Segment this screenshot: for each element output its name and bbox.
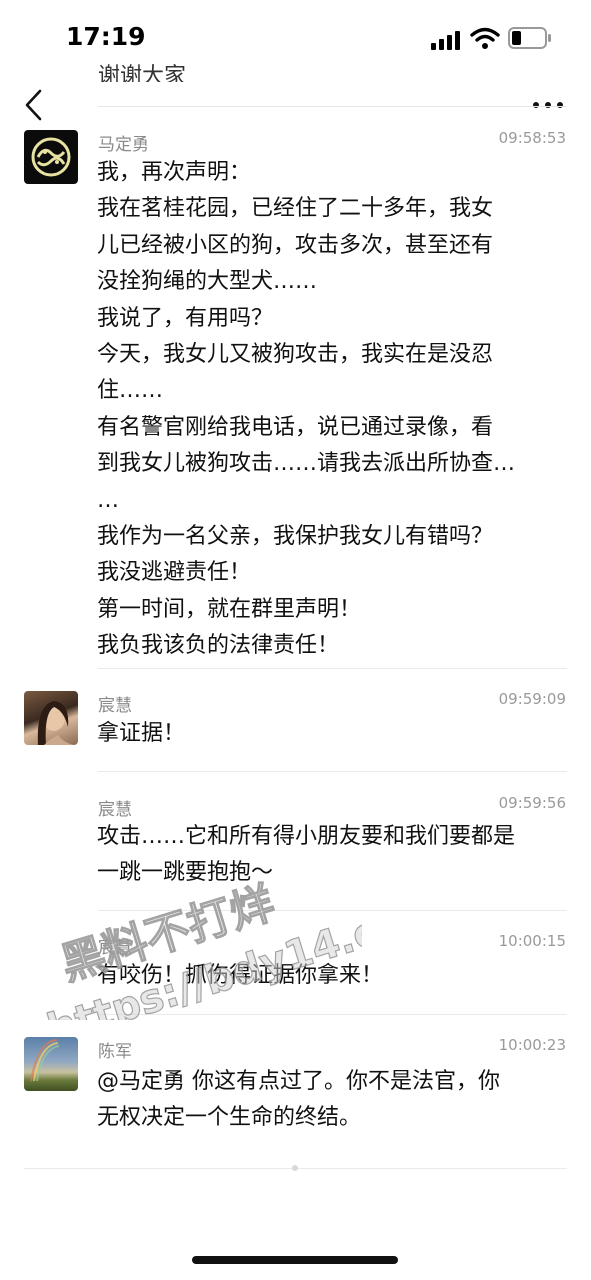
message-timestamp: 10:00:15 (498, 932, 566, 950)
watermark: 黑料不打烊 https://bdy14.co (41, 877, 362, 1020)
message-line: 我负我该负的法律责任！ (97, 633, 340, 659)
message-line: 我，再次声明： (97, 160, 252, 185)
message-body: 我，再次声明： 我在茗桂花园，已经住了二十多年，我女 儿已经被小区的狗，攻击多次… (97, 155, 567, 665)
message-body: 拿证据！ (97, 716, 567, 752)
message-timestamp: 09:59:09 (498, 690, 566, 708)
message-body: @马定勇 你这有点过了。你不是法官，你 无权决定一个生命的终结。 (97, 1064, 567, 1137)
sender-name: 宸慧 (98, 696, 132, 716)
message-line: 拿证据！ (97, 721, 186, 746)
message-line: 我作为一名父亲，我保护我女儿有错吗？ (97, 524, 494, 550)
avatar[interactable] (24, 130, 78, 184)
message-timestamp: 09:59:56 (498, 794, 566, 812)
message-line: 到我女儿被狗攻击……请我去派出所协查… (97, 451, 516, 477)
avatar-portrait-icon (37, 701, 74, 745)
message-line: 我没逃避责任！ (97, 560, 252, 586)
sender-name: 陈军 (98, 1042, 132, 1062)
message-line: 我说了，有用吗？ (97, 305, 274, 331)
previous-message-fragment: 谢谢大家 (98, 64, 187, 82)
signal-icon (431, 31, 460, 50)
sender-name: 宸慧 (98, 800, 132, 820)
header-divider (98, 106, 567, 107)
message-line: 我在茗桂花园，已经住了二十多年，我女 (97, 196, 494, 222)
message-body: 攻击……它和所有得小朋友要和我们要都是 一跳一跳要抱抱～ (97, 819, 567, 892)
avatar[interactable] (24, 691, 78, 745)
more-dots-icon[interactable] (532, 100, 564, 110)
message-line: 无权决定一个生命的终结。 (97, 1105, 362, 1131)
message-line: @马定勇 你这有点过了。你不是法官，你 (97, 1069, 500, 1094)
message-timestamp: 09:58:53 (498, 129, 566, 147)
avatar-emblem-icon (31, 137, 71, 177)
message-line: 有名警官刚给我电话，说已通过录像，看 (97, 414, 494, 440)
message-body: 有咬伤！抓伤得证据你拿来！ (97, 958, 567, 994)
avatar-rainbow-icon (30, 1039, 60, 1082)
avatar[interactable] (24, 1037, 78, 1091)
message-timestamp: 10:00:23 (498, 1036, 566, 1054)
sender-name: 宸慧 (98, 938, 132, 958)
battery-icon (508, 27, 551, 49)
message-line: 第一时间，就在群里声明！ (97, 596, 362, 622)
back-chevron-icon[interactable] (22, 88, 44, 122)
status-time: 17:19 (66, 22, 146, 51)
message-line: 一跳一跳要抱抱～ (97, 860, 274, 886)
message-line: … (97, 487, 119, 513)
message-line: 住…… (97, 378, 164, 404)
message-line: 今天，我女儿又被狗攻击，我实在是没忍 (97, 342, 494, 368)
message-divider (98, 910, 567, 911)
message-divider (98, 771, 567, 772)
wifi-icon (470, 27, 500, 49)
home-indicator[interactable] (192, 1256, 398, 1264)
message-line: 攻击……它和所有得小朋友要和我们要都是 (97, 824, 516, 849)
message-divider (98, 668, 567, 669)
message-line: 儿已经被小区的狗，攻击多次，甚至还有 (97, 232, 494, 258)
message-divider (98, 1014, 567, 1015)
sender-name: 马定勇 (98, 135, 149, 155)
message-line: 有咬伤！抓伤得证据你拿来！ (97, 963, 384, 988)
status-bar: 17:19 (0, 0, 591, 80)
center-dot (292, 1165, 298, 1171)
message-line: 没拴狗绳的大型犬…… (97, 269, 318, 295)
